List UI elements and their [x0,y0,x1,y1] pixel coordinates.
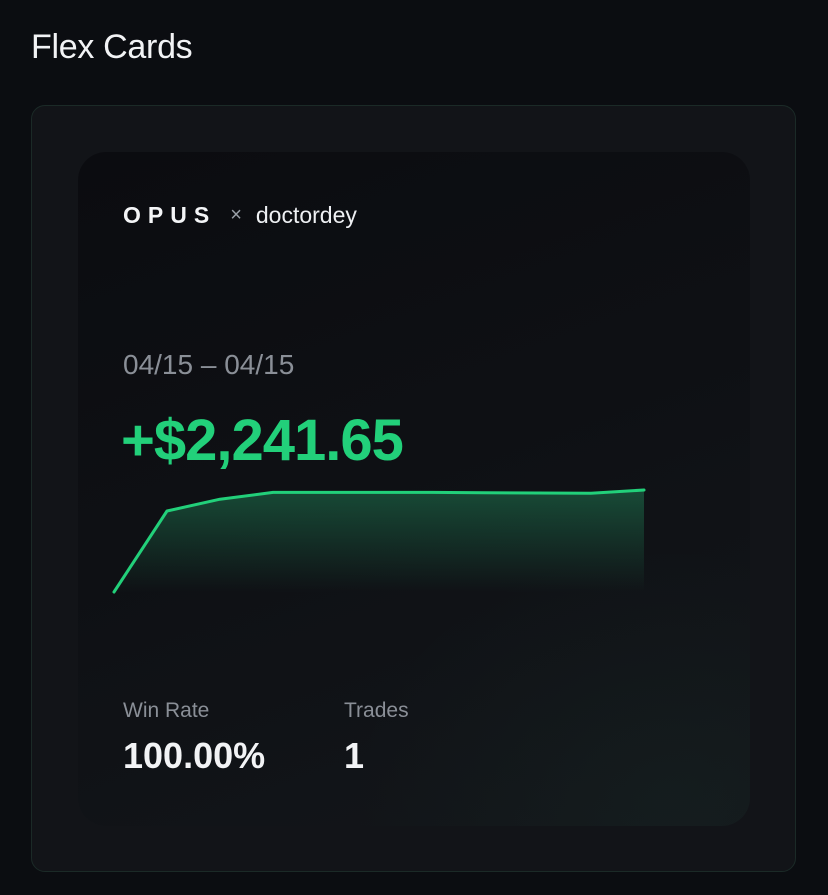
flex-card[interactable]: OPUS × doctordey 04/15 – 04/15 +$2,241.6… [78,152,750,826]
trades-stat: Trades 1 [344,699,409,777]
card-brand-row: OPUS × doctordey [123,202,357,229]
page-title: Flex Cards [31,28,193,66]
pnl-value: +$2,241.65 [121,408,404,473]
pnl-chart [112,488,646,594]
win-rate-stat: Win Rate 100.00% [123,699,265,777]
trades-label: Trades [344,699,409,722]
page: Flex Cards OPUS × doctordey 04/15 – 04/1… [0,0,828,895]
brand-logo: OPUS [123,202,217,228]
win-rate-label: Win Rate [123,699,210,722]
trades-value: 1 [344,735,365,776]
username: doctordey [255,202,357,228]
brand-separator: × [230,204,242,226]
win-rate-value: 100.00% [123,735,266,776]
date-range: 04/15 – 04/15 [123,349,295,380]
